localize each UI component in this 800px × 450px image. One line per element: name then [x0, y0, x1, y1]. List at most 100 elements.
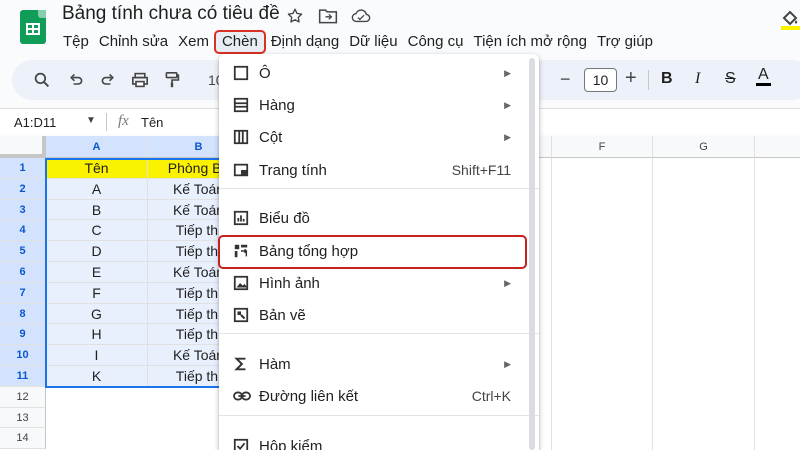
menu-edit[interactable]: Chỉnh sửa — [94, 30, 173, 54]
menu-item-label: Hàng — [259, 97, 295, 114]
move-folder-icon[interactable] — [318, 6, 338, 26]
sheet-icon — [233, 162, 251, 180]
function-icon: fx — [118, 113, 129, 129]
menu-separator — [219, 415, 539, 416]
image-icon — [233, 275, 251, 293]
strikethrough-button[interactable]: S — [725, 70, 736, 88]
grid-cell[interactable]: C — [46, 220, 148, 242]
row-header[interactable]: 9 — [0, 324, 46, 346]
font-size-increase-button[interactable]: + — [625, 67, 637, 90]
menu-data[interactable]: Dữ liệu — [344, 30, 402, 54]
submenu-arrow-icon: ▶ — [504, 68, 511, 78]
menu-separator — [219, 188, 539, 189]
row-header[interactable]: 2 — [0, 178, 46, 200]
toolbar-divider — [648, 70, 649, 90]
menu-file[interactable]: Tệp — [58, 30, 94, 54]
menu-item-pivot-table[interactable]: Bảng tổng hợp — [219, 238, 539, 266]
title-actions — [285, 6, 371, 26]
menu-item-columns[interactable]: Cột ▶ — [219, 124, 539, 152]
menu-extensions[interactable]: Tiện ích mở rộng — [468, 30, 592, 54]
cloud-status-icon[interactable] — [351, 6, 371, 26]
text-color-button[interactable]: A — [756, 67, 771, 86]
search-icon[interactable] — [32, 70, 52, 90]
grid-cell[interactable]: H — [46, 324, 148, 346]
row-header[interactable]: 3 — [0, 199, 46, 221]
shortcut-label: Ctrl+K — [471, 388, 511, 404]
italic-button[interactable]: I — [695, 70, 700, 88]
formula-input[interactable]: Tên — [141, 115, 163, 130]
column-header[interactable]: F — [552, 136, 653, 158]
submenu-arrow-icon: ▶ — [504, 359, 511, 369]
menu-item-link[interactable]: Đường liên kết Ctrl+K — [219, 383, 539, 411]
menu-help[interactable]: Trợ giúp — [592, 30, 658, 54]
row-header[interactable]: 13 — [0, 407, 46, 429]
grid-cell[interactable]: K — [46, 366, 148, 387]
grid-cell[interactable]: D — [46, 241, 148, 262]
menu-tools[interactable]: Công cụ — [403, 30, 469, 54]
column-header[interactable] — [755, 136, 800, 158]
font-size-decrease-button[interactable]: − — [560, 69, 571, 90]
menu-item-label: Trang tính — [259, 162, 327, 179]
row-header[interactable]: 11 — [0, 366, 46, 387]
row-header[interactable]: 7 — [0, 282, 46, 304]
menu-item-checkbox-outline[interactable]: Ô ▶ — [219, 60, 539, 88]
checkbox-outline-icon — [233, 65, 251, 83]
submenu-arrow-icon: ▶ — [504, 132, 511, 142]
fill-color-icon[interactable] — [780, 8, 800, 30]
row-header[interactable]: 1 — [0, 158, 46, 179]
menu-item-image[interactable]: Hình ảnh ▶ — [219, 270, 539, 298]
row-header[interactable]: 12 — [0, 386, 46, 408]
grid-cell[interactable]: I — [46, 345, 148, 366]
row-header[interactable]: 10 — [0, 345, 46, 366]
checkbox-icon — [233, 438, 251, 450]
menu-item-drawing[interactable]: Bản vẽ — [219, 302, 539, 330]
insert-menu-dropdown: Ô ▶ Hàng ▶ Cột ▶ Trang tính Shift+F11 Biểu đồ Bản… — [219, 54, 539, 450]
document-title[interactable]: Bảng tính chưa có tiêu đề — [62, 3, 280, 25]
menu-item-label: Hình ảnh — [259, 275, 320, 292]
menu-scrollbar[interactable] — [529, 58, 535, 450]
submenu-arrow-icon: ▶ — [504, 100, 511, 110]
select-all-corner[interactable] — [0, 136, 46, 158]
pivot-table-icon — [233, 243, 251, 261]
menu-view[interactable]: Xem — [173, 30, 214, 54]
menu-item-label: Bản vẽ — [259, 307, 306, 324]
column-header[interactable]: G — [653, 136, 755, 158]
paint-format-icon[interactable] — [162, 70, 182, 90]
menu-item-chart[interactable]: Biểu đồ — [219, 205, 539, 233]
row-header[interactable]: 8 — [0, 303, 46, 325]
rows-icon — [233, 97, 251, 115]
gridline — [551, 158, 552, 450]
menu-item-label: Biểu đồ — [259, 210, 310, 227]
grid-cell[interactable]: A — [46, 178, 148, 200]
row-header[interactable]: 6 — [0, 262, 46, 283]
row-header[interactable]: 14 — [0, 428, 46, 450]
row-header[interactable]: 5 — [0, 241, 46, 262]
column-header[interactable]: A — [46, 136, 148, 158]
undo-icon[interactable] — [66, 70, 86, 90]
grid-cell[interactable]: B — [46, 199, 148, 221]
print-icon[interactable] — [130, 70, 150, 90]
menu-item-sigma[interactable]: Hàm ▶ — [219, 351, 539, 379]
menu-format[interactable]: Định dạng — [266, 30, 344, 54]
menu-insert[interactable]: Chèn — [213, 30, 266, 54]
submenu-arrow-icon: ▶ — [504, 278, 511, 288]
grid-cell[interactable]: Tên — [46, 158, 148, 179]
grid-cell[interactable]: G — [46, 303, 148, 325]
drawing-icon — [233, 307, 251, 325]
menu-item-sheet[interactable]: Trang tính Shift+F11 — [219, 157, 539, 185]
menu-bar: Tệp Chỉnh sửa Xem Chèn Định dạng Dữ liệu… — [58, 30, 658, 54]
redo-icon[interactable] — [98, 70, 118, 90]
menu-item-checkbox[interactable]: Hộp kiểm — [219, 433, 539, 450]
font-size-input[interactable]: 10 — [584, 68, 617, 92]
name-box-dropdown-icon[interactable]: ▼ — [86, 115, 96, 126]
chart-icon — [233, 210, 251, 228]
row-header[interactable]: 4 — [0, 220, 46, 242]
sheets-logo-icon[interactable] — [20, 10, 46, 44]
name-box[interactable]: A1:D11 — [14, 115, 56, 130]
menu-item-label: Hộp kiểm — [259, 438, 323, 450]
star-icon[interactable] — [285, 6, 305, 26]
bold-button[interactable]: B — [661, 70, 673, 88]
menu-item-rows[interactable]: Hàng ▶ — [219, 92, 539, 120]
grid-cell[interactable]: E — [46, 262, 148, 283]
grid-cell[interactable]: F — [46, 282, 148, 304]
